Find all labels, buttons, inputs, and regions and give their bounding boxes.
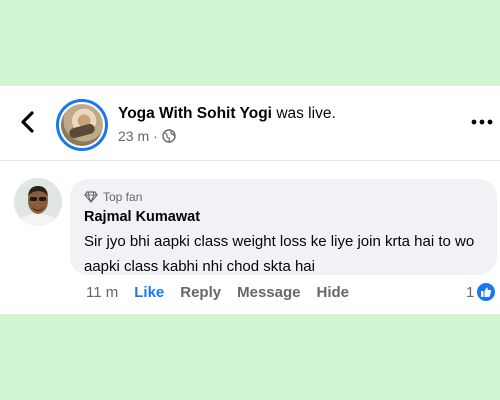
post-meta: 23 m · xyxy=(118,128,176,144)
post-header: Yoga With Sohit Yogi was live. 23 m · xyxy=(0,86,500,161)
hide-button[interactable]: Hide xyxy=(316,284,349,301)
post-status-text: was live. xyxy=(276,105,336,122)
comment-bubble: Top fan Rajmal Kumawat Sir jyo bhi aapki… xyxy=(70,179,497,275)
top-fan-label: Top fan xyxy=(103,190,143,204)
comment-actions: 11 m Like Reply Message Hide xyxy=(86,284,365,301)
post-title: Yoga With Sohit Yogi was live. xyxy=(118,105,336,123)
like-button[interactable]: Like xyxy=(134,284,164,301)
page-name-link[interactable]: Yoga With Sohit Yogi xyxy=(118,105,272,122)
back-button[interactable] xyxy=(14,108,42,136)
like-thumb-icon xyxy=(476,282,497,302)
commenter-avatar[interactable] xyxy=(14,178,62,226)
reply-button[interactable]: Reply xyxy=(180,284,221,301)
page-avatar[interactable] xyxy=(56,99,108,151)
diamond-icon xyxy=(84,191,98,203)
meta-separator: · xyxy=(153,128,158,144)
post-time[interactable]: 23 m xyxy=(118,128,149,144)
top-fan-badge: Top fan xyxy=(84,189,483,205)
globe-icon xyxy=(162,129,176,143)
post-comment-card: Yoga With Sohit Yogi was live. 23 m · To… xyxy=(0,86,500,314)
message-button[interactable]: Message xyxy=(237,284,300,301)
chevron-left-icon xyxy=(21,111,34,133)
comment-author[interactable]: Rajmal Kumawat xyxy=(84,209,483,225)
comment-time[interactable]: 11 m xyxy=(86,284,118,301)
page-avatar-image xyxy=(61,104,103,146)
more-options-button[interactable] xyxy=(470,112,494,132)
reaction-summary[interactable]: 1 xyxy=(466,282,497,302)
more-dots-icon xyxy=(471,119,493,125)
reaction-count: 1 xyxy=(466,283,475,301)
comment-text: Sir jyo bhi aapki class weight loss ke l… xyxy=(84,233,475,275)
commenter-avatar-image xyxy=(14,178,62,226)
